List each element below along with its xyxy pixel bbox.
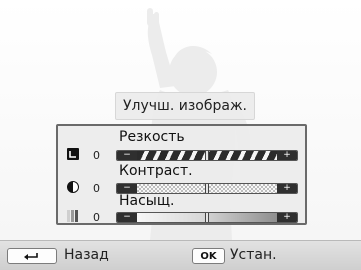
contrast-icon (67, 181, 79, 193)
saturation-increase-button[interactable]: + (277, 213, 297, 222)
menu-title: Улучш. изображ. (115, 92, 255, 120)
contrast-label: Контраст. (119, 163, 193, 179)
saturation-icon (67, 210, 78, 222)
ok-button[interactable]: OK (192, 248, 225, 264)
contrast-knob[interactable] (205, 184, 209, 193)
sharpness-label: Резкость (119, 129, 185, 145)
sharpness-increase-button[interactable]: + (277, 151, 297, 160)
saturation-decrease-button[interactable]: − (117, 213, 137, 222)
adjustment-panel: Резкость 0 − + Контраст. 0 − + Насыщ. 0 … (56, 124, 307, 225)
back-button[interactable] (7, 248, 57, 264)
return-arrow-icon (24, 253, 38, 260)
camera-screen: Улучш. изображ. Резкость 0 − + Контраст.… (0, 0, 361, 270)
footer-bar: Назад OK Устан. (0, 240, 361, 270)
set-label: Устан. (230, 247, 277, 263)
sharpness-slider[interactable]: − + (116, 150, 298, 161)
sharpness-value: 0 (93, 149, 100, 162)
back-label: Назад (64, 247, 109, 263)
sharpness-icon (67, 148, 79, 160)
contrast-increase-button[interactable]: + (277, 184, 297, 193)
contrast-value: 0 (93, 182, 100, 195)
saturation-knob[interactable] (205, 213, 209, 222)
sharpness-decrease-button[interactable]: − (117, 151, 137, 160)
contrast-decrease-button[interactable]: − (117, 184, 137, 193)
sharpness-knob[interactable] (205, 151, 209, 160)
saturation-slider[interactable]: − + (116, 212, 298, 223)
saturation-label: Насыщ. (119, 193, 175, 209)
saturation-value: 0 (93, 211, 100, 224)
